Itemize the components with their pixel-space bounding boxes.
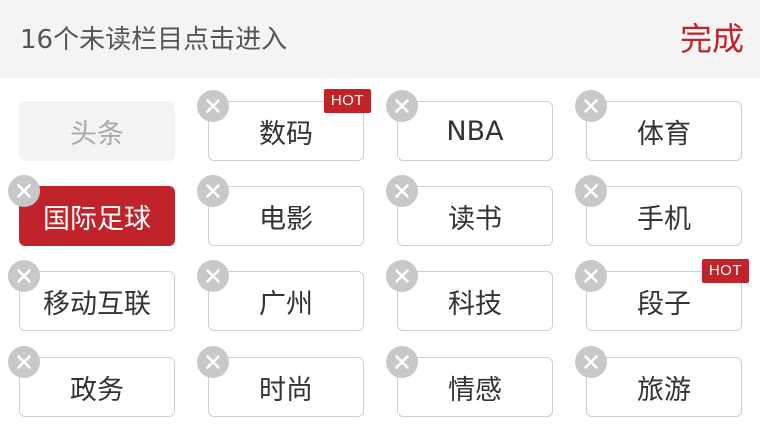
channel-label: 电影 — [259, 203, 313, 235]
unread-channels-hint: 16个未读栏目点击进入 — [20, 25, 288, 55]
remove-channel-icon[interactable] — [197, 260, 229, 292]
done-button[interactable]: 完成 — [680, 18, 744, 60]
channel-chip[interactable]: 国际足球 — [8, 175, 175, 246]
channel-chip[interactable]: 数码 HOT — [197, 89, 371, 161]
remove-channel-icon[interactable] — [386, 346, 418, 378]
channel-label: 科技 — [448, 288, 502, 320]
channel-chip[interactable]: 体育 — [575, 90, 742, 161]
remove-channel-icon[interactable] — [575, 260, 607, 292]
channel-label: 旅游 — [637, 374, 691, 406]
remove-channel-icon[interactable] — [197, 346, 229, 378]
channel-chip[interactable]: 情感 — [386, 346, 553, 417]
channel-chip[interactable]: 头条 — [19, 101, 175, 161]
channel-chip[interactable]: 政务 — [8, 346, 175, 417]
channel-chip[interactable]: 移动互联 — [8, 260, 175, 331]
channel-label: 广州 — [259, 288, 313, 320]
channel-grid: 头条 数码 HOT NBA 体育国际足球 电影 读书 手机移动互联 广州 科技 段子 HOT 政务 时尚 情… — [0, 78, 760, 436]
channel-label: 国际足球 — [43, 203, 151, 235]
channel-chip[interactable]: 科技 — [386, 260, 553, 331]
channel-chip[interactable]: 时尚 — [197, 346, 364, 417]
remove-channel-icon[interactable] — [575, 175, 607, 207]
channel-chip[interactable]: 电影 — [197, 175, 364, 246]
header-bar: 16个未读栏目点击进入 完成 — [0, 0, 760, 78]
channel-label: 移动互联 — [43, 288, 151, 320]
remove-channel-icon[interactable] — [8, 346, 40, 378]
remove-channel-icon[interactable] — [575, 90, 607, 122]
channel-label: 政务 — [70, 374, 124, 406]
channel-label: 情感 — [448, 374, 502, 406]
channel-chip[interactable]: 广州 — [197, 260, 364, 331]
channel-chip[interactable]: 旅游 — [575, 346, 742, 417]
channel-label: 头条 — [70, 118, 124, 150]
channel-label: 读书 — [448, 203, 502, 235]
channel-chip[interactable]: 手机 — [575, 175, 742, 246]
remove-channel-icon[interactable] — [386, 175, 418, 207]
remove-channel-icon[interactable] — [197, 175, 229, 207]
remove-channel-icon[interactable] — [197, 90, 229, 122]
channel-chip[interactable]: NBA — [386, 90, 553, 161]
channel-chip[interactable]: 段子 HOT — [575, 259, 749, 331]
channel-chip[interactable]: 读书 — [386, 175, 553, 246]
remove-channel-icon[interactable] — [386, 260, 418, 292]
channel-label: 时尚 — [259, 374, 313, 406]
remove-channel-icon[interactable] — [386, 90, 418, 122]
channel-label: 手机 — [637, 203, 691, 235]
remove-channel-icon[interactable] — [575, 346, 607, 378]
hot-badge: HOT — [701, 259, 749, 283]
channel-label: 体育 — [637, 118, 691, 150]
hot-badge: HOT — [323, 89, 371, 113]
remove-channel-icon[interactable] — [8, 175, 40, 207]
channel-label: NBA — [446, 115, 504, 147]
remove-channel-icon[interactable] — [8, 260, 40, 292]
